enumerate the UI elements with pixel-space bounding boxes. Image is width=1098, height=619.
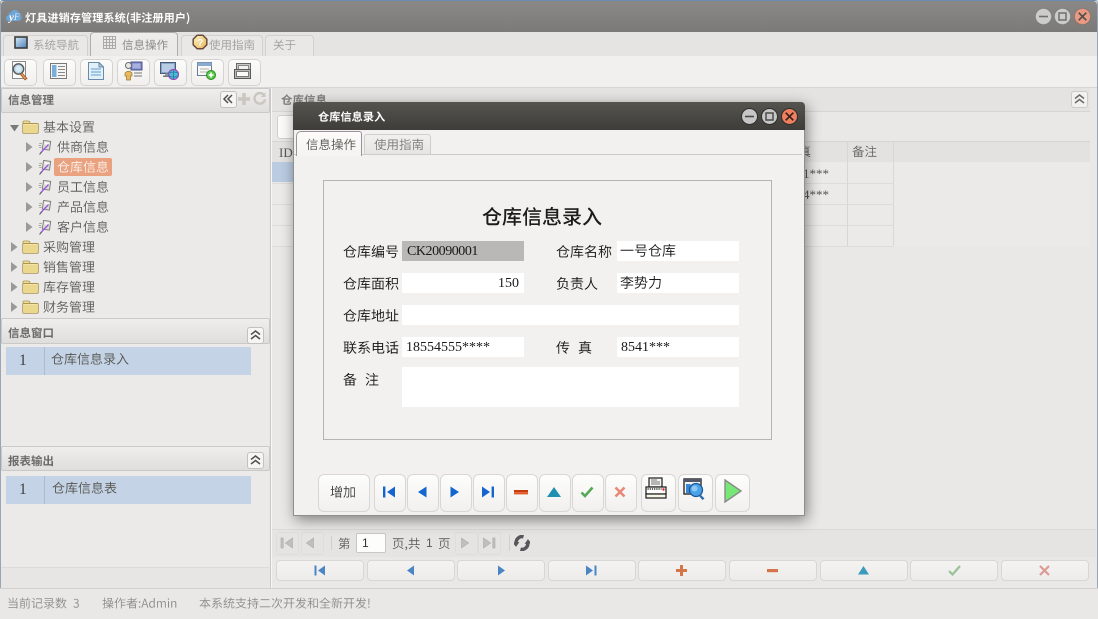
svg-text:F: F — [13, 12, 20, 22]
svg-text:?: ? — [197, 37, 203, 49]
svg-text:y: y — [7, 12, 14, 24]
